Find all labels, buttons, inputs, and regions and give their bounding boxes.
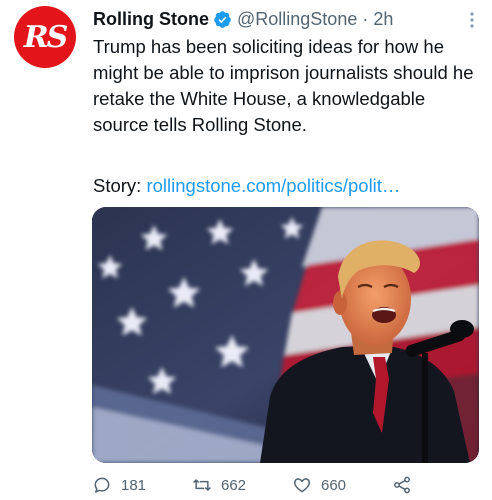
separator: · — [362, 8, 369, 29]
reply-icon — [94, 477, 110, 493]
like-icon — [293, 478, 311, 493]
like-button[interactable]: 660 — [292, 472, 346, 498]
reply-button[interactable]: 181 — [92, 472, 146, 498]
share-button[interactable] — [392, 472, 412, 498]
timestamp[interactable]: 2h — [373, 9, 393, 30]
story-link[interactable]: rollingstone.com/politics/polit… — [146, 175, 400, 196]
share-icon — [394, 476, 410, 494]
tweet-image[interactable] — [92, 207, 479, 463]
story-line: Story: rollingstone.com/politics/polit… — [93, 173, 400, 199]
retweet-count: 662 — [221, 476, 247, 494]
retweet-button[interactable]: 662 — [192, 472, 246, 498]
reply-count: 181 — [121, 476, 147, 494]
photo-icon — [92, 207, 479, 463]
story-label: Story: — [93, 175, 142, 196]
retweet-icon — [193, 479, 211, 491]
more-icon[interactable] — [470, 12, 474, 28]
display-name[interactable]: Rolling Stone — [93, 9, 209, 30]
like-count: 660 — [321, 476, 347, 494]
verified-icon — [214, 10, 231, 28]
tweet-text: Trump has been soliciting ideas for how … — [93, 36, 474, 135]
tweet[interactable]: RS Rolling Stone @RollingStone · 2h Trum… — [0, 0, 492, 500]
rolling-stone-logo: RS — [23, 19, 69, 55]
handle[interactable]: @RollingStone — [237, 9, 357, 30]
avatar[interactable]: RS — [14, 6, 76, 68]
tweet-actions: 181 662 660 — [92, 472, 472, 498]
tweet-header: Rolling Stone @RollingStone · 2h — [93, 6, 478, 32]
